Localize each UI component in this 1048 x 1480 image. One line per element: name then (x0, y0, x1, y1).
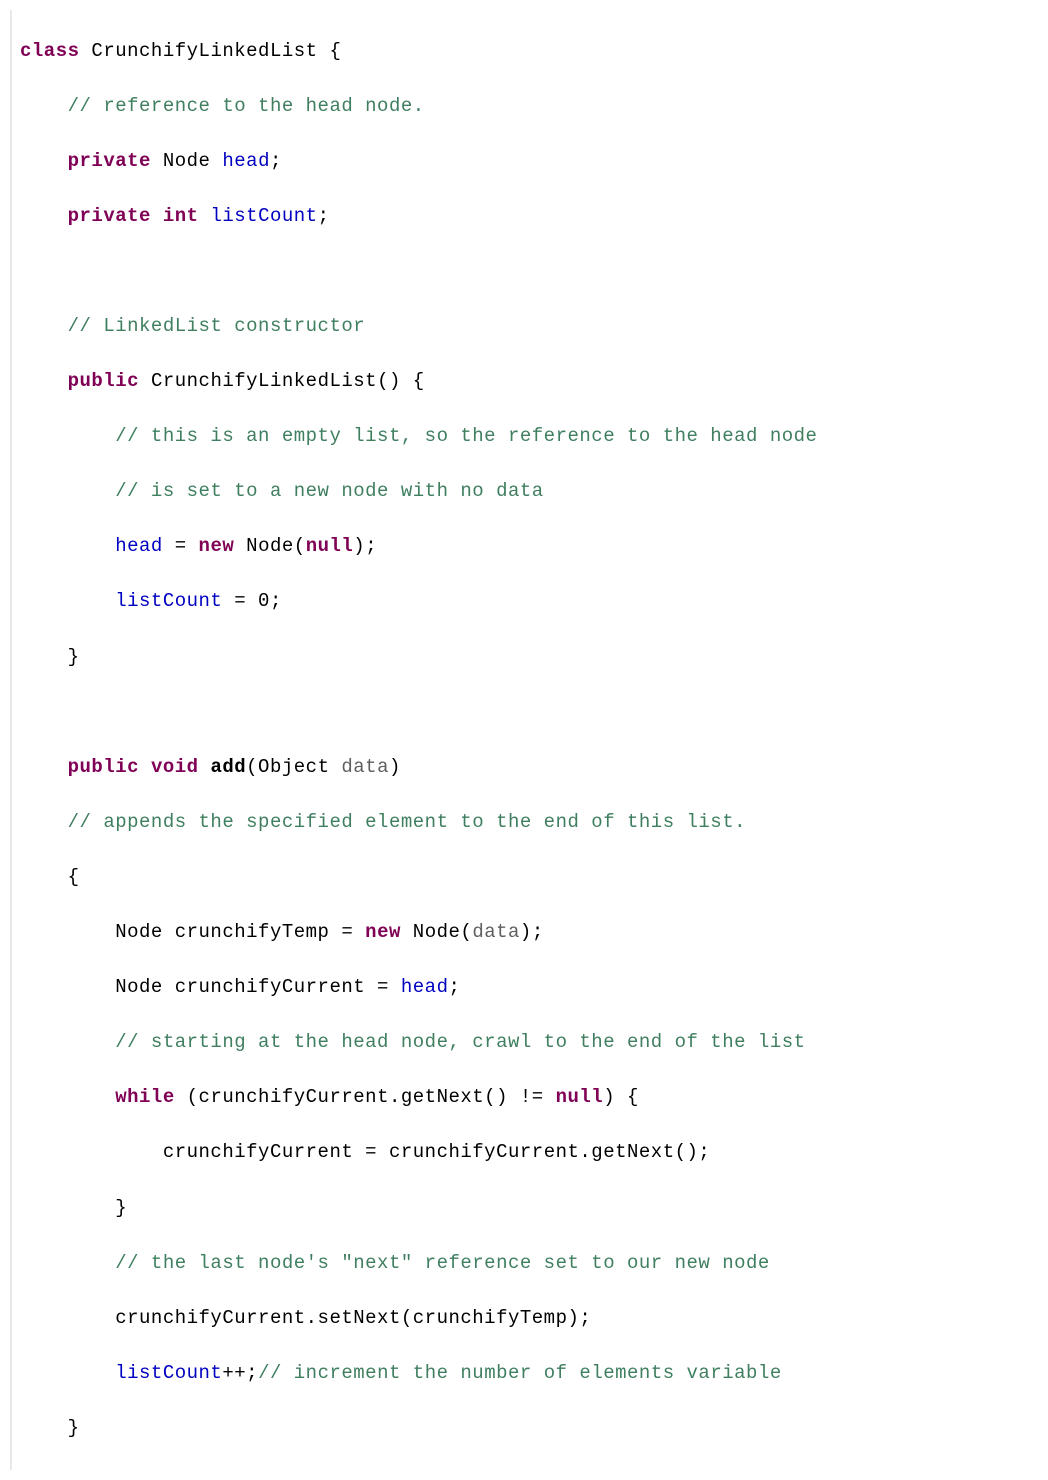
stmt: Node( (401, 921, 472, 943)
stmt: crunchifyCurrent = crunchifyCurrent.getN… (163, 1141, 711, 1163)
code-line: { (20, 864, 1048, 892)
keyword-class: class (20, 40, 80, 62)
code-block: class CrunchifyLinkedList { // reference… (10, 10, 1048, 1470)
code-line: public void add(Object data) (20, 754, 1048, 782)
keyword-new: new (365, 921, 401, 943)
comment: // reference to the head node. (68, 95, 425, 117)
brace: } (68, 1417, 80, 1439)
parens: () { (377, 370, 425, 392)
comment: // this is an empty list, so the referen… (115, 425, 817, 447)
field-listcount: listCount (115, 1362, 222, 1384)
comment: // the last node's "next" reference set … (115, 1252, 770, 1274)
field-head: head (222, 150, 270, 172)
code-line: } (20, 1195, 1048, 1223)
open: (Object (246, 756, 341, 778)
keyword-new: new (199, 535, 235, 557)
eq: = (163, 535, 199, 557)
code-line: class CrunchifyLinkedList { (20, 38, 1048, 66)
cond: (crunchifyCurrent.getNext() != (175, 1086, 556, 1108)
code-line: // starting at the head node, crawl to t… (20, 1029, 1048, 1057)
semicolon: ; (270, 150, 282, 172)
code-line: private Node head; (20, 148, 1048, 176)
field-head: head (115, 535, 163, 557)
field-listcount: listCount (210, 205, 317, 227)
stmt: crunchifyCurrent.setNext(crunchifyTemp); (115, 1307, 591, 1329)
comment: // starting at the head node, crawl to t… (115, 1031, 805, 1053)
code-line: listCount++;// increment the number of e… (20, 1360, 1048, 1388)
param-data: data (341, 756, 389, 778)
keyword-public: public (68, 756, 139, 778)
type: Node( (234, 535, 305, 557)
code-line: } (20, 644, 1048, 672)
brace: { (68, 866, 80, 888)
keyword-private: private (68, 150, 151, 172)
comment: // increment the number of elements vari… (258, 1362, 782, 1384)
keyword-while: while (115, 1086, 175, 1108)
param-data: data (472, 921, 520, 943)
brace: { (318, 40, 342, 62)
code-line: // LinkedList constructor (20, 313, 1048, 341)
code-line: listCount = 0; (20, 588, 1048, 616)
code-line: // is set to a new node with no data (20, 478, 1048, 506)
keyword-void: void (151, 756, 199, 778)
code-line: // the last node's "next" reference set … (20, 1250, 1048, 1278)
keyword-private: private (68, 205, 151, 227)
field-listcount: listCount (115, 590, 222, 612)
cond: ) { (603, 1086, 639, 1108)
comment: // appends the specified element to the … (68, 811, 746, 833)
class-name: CrunchifyLinkedList (91, 40, 317, 62)
code-line: crunchifyCurrent.setNext(crunchifyTemp); (20, 1305, 1048, 1333)
code-line: Node crunchifyTemp = new Node(data); (20, 919, 1048, 947)
stmt: ; (448, 976, 460, 998)
type: Node (163, 150, 211, 172)
code-line (20, 699, 1048, 727)
code-line: crunchifyCurrent = crunchifyCurrent.getN… (20, 1139, 1048, 1167)
code-line: } (20, 1415, 1048, 1443)
code-line: private int listCount; (20, 203, 1048, 231)
keyword-null: null (306, 535, 354, 557)
code-line: // reference to the head node. (20, 93, 1048, 121)
code-line: head = new Node(null); (20, 533, 1048, 561)
constructor-name: CrunchifyLinkedList (151, 370, 377, 392)
field-head: head (401, 976, 449, 998)
stmt: ); (520, 921, 544, 943)
op: ++; (222, 1362, 258, 1384)
close: ); (353, 535, 377, 557)
code-line: Node crunchifyCurrent = head; (20, 974, 1048, 1002)
semicolon: ; (318, 205, 330, 227)
code-line: public CrunchifyLinkedList() { (20, 368, 1048, 396)
method-name: add (199, 756, 247, 778)
stmt: Node crunchifyCurrent = (115, 976, 401, 998)
code-line: // appends the specified element to the … (20, 809, 1048, 837)
rest: = 0; (222, 590, 282, 612)
brace: } (115, 1197, 127, 1219)
code-line: while (crunchifyCurrent.getNext() != nul… (20, 1084, 1048, 1112)
stmt: Node crunchifyTemp = (115, 921, 365, 943)
keyword-null: null (556, 1086, 604, 1108)
code-line (20, 258, 1048, 286)
brace: } (68, 646, 80, 668)
keyword-int: int (163, 205, 199, 227)
keyword-public: public (68, 370, 139, 392)
comment: // is set to a new node with no data (115, 480, 543, 502)
close: ) (389, 756, 401, 778)
comment: // LinkedList constructor (68, 315, 366, 337)
code-line: // this is an empty list, so the referen… (20, 423, 1048, 451)
